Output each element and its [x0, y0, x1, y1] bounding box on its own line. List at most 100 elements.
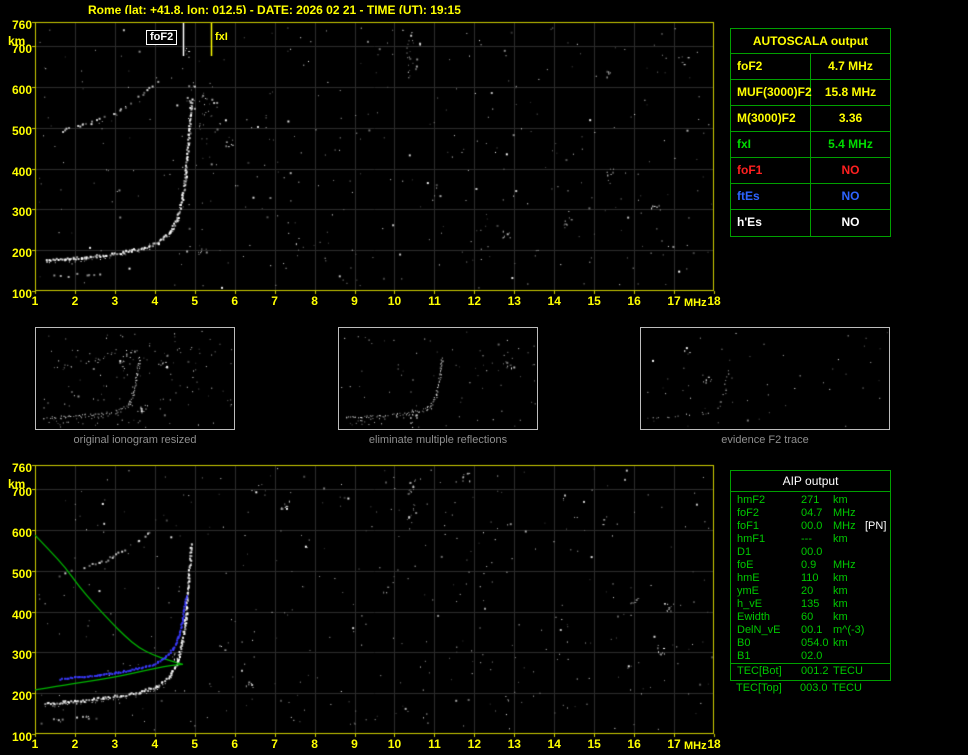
- thumbnail-original-canvas: [36, 328, 234, 429]
- aip-val: 271: [801, 494, 833, 507]
- aip-unit: MHz: [833, 507, 865, 520]
- aip-val: 20: [801, 585, 833, 598]
- autoscala-table-header: AUTOSCALA output: [731, 29, 890, 54]
- profile-x-axis-unit: MHz: [684, 740, 707, 752]
- aip-table-header: AIP output: [731, 471, 890, 492]
- tec-bot-row-wrap: TEC[Bot]001.2TECU: [731, 663, 890, 680]
- aip-row-fof2: foF204.7MHz: [731, 507, 890, 520]
- aip-name: foE: [731, 559, 801, 572]
- param-label: M(3000)F2: [731, 106, 811, 131]
- param-value: 15.8 MHz: [811, 80, 890, 105]
- param-value: NO: [811, 210, 890, 236]
- aip-unit: km: [833, 494, 865, 507]
- aip-table-rows: hmF2271kmfoF204.7MHzfoF100.0MHz[PN]hmF1-…: [731, 492, 890, 663]
- aip-extra: [865, 585, 890, 598]
- autoscala-window: Rome (lat: +41.8, lon: 012.5) - DATE: 20…: [0, 0, 968, 755]
- param-value: 3.36: [811, 106, 890, 131]
- ionogram-profile-plot: [27, 457, 722, 742]
- aip-val: ---: [801, 533, 833, 546]
- aip-val: 00.0: [801, 520, 833, 533]
- aip-unit: km: [833, 585, 865, 598]
- thumbnail-caption-eliminate: eliminate multiple reflections: [338, 434, 538, 446]
- param-label: h'Es: [731, 210, 811, 236]
- aip-extra: [865, 533, 890, 546]
- autoscala-row-h-es: h'EsNO: [731, 210, 890, 236]
- autoscala-row-m-3000-f2: M(3000)F23.36: [731, 106, 890, 132]
- aip-val: 054.0: [801, 637, 833, 650]
- aip-val: 60: [801, 611, 833, 624]
- aip-row-yme: ymE20km: [731, 585, 890, 598]
- main-x-axis-unit: MHz: [684, 297, 707, 309]
- aip-name: ymE: [731, 585, 801, 598]
- aip-row-b0: B0054.0km: [731, 637, 890, 650]
- thumbnail-evidence-f2: [640, 327, 890, 430]
- aip-extra: [865, 572, 890, 585]
- aip-row-hmf2: hmF2271km: [731, 494, 890, 507]
- aip-row-b1: B102.0: [731, 650, 890, 663]
- aip-row-foe: foE0.9MHz: [731, 559, 890, 572]
- aip-row-tec-top-: TEC[Top]003.0TECU: [730, 682, 891, 695]
- aip-extra: [865, 546, 890, 559]
- aip-row-d1: D100.0: [731, 546, 890, 559]
- aip-output-table: AIP output hmF2271kmfoF204.7MHzfoF100.0M…: [730, 470, 891, 681]
- aip-val: 00.1: [801, 624, 833, 637]
- param-value: NO: [811, 184, 890, 209]
- aip-val: 001.2: [801, 665, 833, 678]
- aip-name: hmF2: [731, 494, 801, 507]
- aip-unit: km: [833, 611, 865, 624]
- aip-val: 003.0: [800, 682, 832, 695]
- aip-extra: [865, 637, 890, 650]
- aip-name: B1: [731, 650, 801, 663]
- param-label: MUF(3000)F2: [731, 80, 811, 105]
- param-value: 4.7 MHz: [811, 54, 890, 79]
- param-label: ftEs: [731, 184, 811, 209]
- profile-y-axis-unit: km: [8, 477, 25, 491]
- aip-unit: km: [833, 533, 865, 546]
- aip-name: B0: [731, 637, 801, 650]
- param-value: 5.4 MHz: [811, 132, 890, 157]
- aip-row-deln-ve: DelN_vE00.1m^(-3): [731, 624, 890, 637]
- aip-extra: [864, 682, 891, 695]
- aip-name: D1: [731, 546, 801, 559]
- aip-extra: [865, 559, 890, 572]
- aip-unit: TECU: [832, 682, 864, 695]
- aip-val: 02.0: [801, 650, 833, 663]
- main-y-axis-unit: km: [8, 34, 25, 48]
- aip-val: 0.9: [801, 559, 833, 572]
- aip-unit: m^(-3): [833, 624, 865, 637]
- aip-unit: MHz: [833, 520, 865, 533]
- aip-val: 135: [801, 598, 833, 611]
- aip-unit: TECU: [833, 665, 865, 678]
- param-label: foF1: [731, 158, 811, 183]
- aip-unit: [833, 546, 865, 559]
- fof2-marker-label: foF2: [146, 30, 177, 45]
- aip-name: hmF1: [731, 533, 801, 546]
- param-label: foF2: [731, 54, 811, 79]
- autoscala-row-muf-3000-f2: MUF(3000)F215.8 MHz: [731, 80, 890, 106]
- aip-extra: [865, 665, 890, 678]
- thumbnail-original-ionogram: [35, 327, 235, 430]
- aip-row-fof1: foF100.0MHz[PN]: [731, 520, 890, 533]
- aip-row-tec-bot-: TEC[Bot]001.2TECU: [731, 665, 890, 678]
- aip-unit: [833, 650, 865, 663]
- aip-extra: [865, 611, 890, 624]
- autoscala-output-table: AUTOSCALA output foF24.7 MHzMUF(3000)F21…: [730, 28, 891, 237]
- param-label: fxI: [731, 132, 811, 157]
- aip-unit: km: [833, 598, 865, 611]
- autoscala-row-fof1: foF1NO: [731, 158, 890, 184]
- aip-unit: MHz: [833, 559, 865, 572]
- aip-extra: [865, 598, 890, 611]
- aip-name: foF1: [731, 520, 801, 533]
- thumbnail-caption-evidence: evidence F2 trace: [640, 434, 890, 446]
- aip-extra: [865, 494, 890, 507]
- autoscala-row-ftes: ftEsNO: [731, 184, 890, 210]
- aip-name: foF2: [731, 507, 801, 520]
- aip-val: 00.0: [801, 546, 833, 559]
- thumbnail-evidence-canvas: [641, 328, 889, 429]
- aip-unit: km: [833, 637, 865, 650]
- aip-extra: [PN]: [865, 520, 890, 533]
- ionogram-main-plot: [27, 14, 722, 299]
- tec-top-row-wrap: TEC[Top]003.0TECU: [730, 682, 891, 695]
- fxi-marker-label: fxI: [215, 31, 228, 44]
- aip-row-h-ve: h_vE135km: [731, 598, 890, 611]
